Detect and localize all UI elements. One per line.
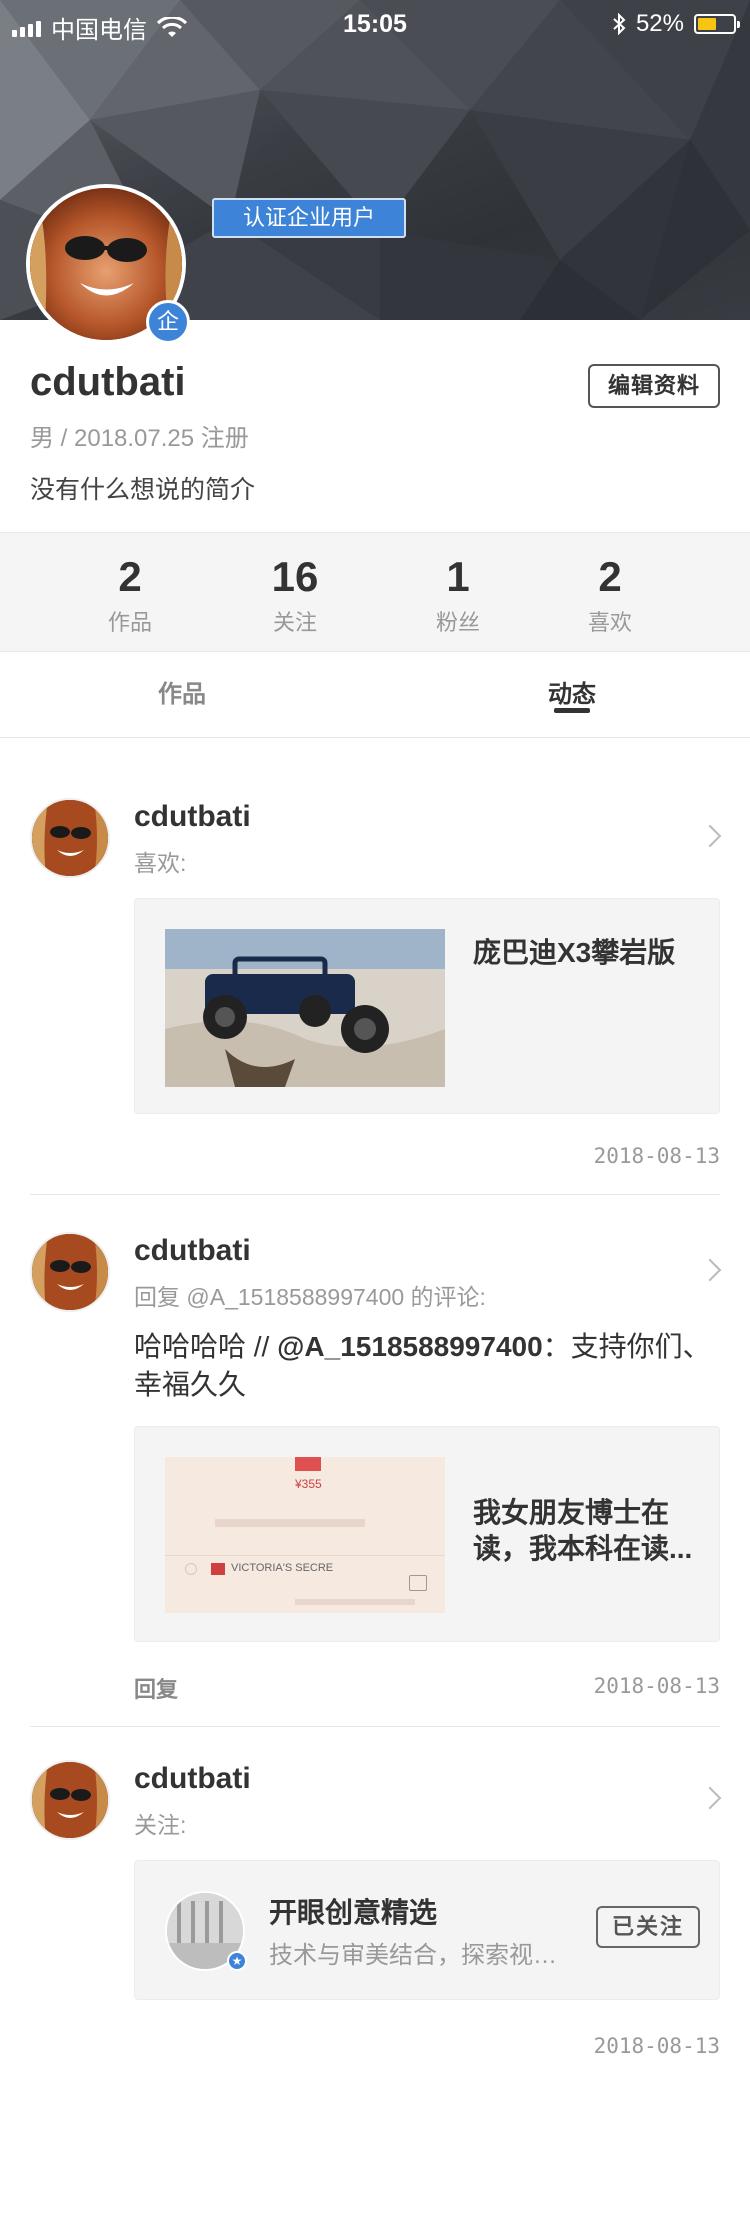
stat-label: 喜欢 — [587, 610, 632, 635]
reply-link[interactable]: 回复 — [134, 1672, 178, 1704]
stat-likes[interactable]: 2 喜欢 — [550, 555, 670, 637]
feed-divider — [30, 1726, 720, 1727]
feed-avatar[interactable] — [30, 1232, 110, 1312]
active-tab-indicator — [554, 708, 590, 713]
comment-text: 哈哈哈哈 // @A_1518588997400：支持你们、幸福久久 — [134, 1328, 724, 1404]
chevron-right-icon[interactable] — [698, 1786, 722, 1810]
stats-bar: 2 作品 16 关注 1 粉丝 2 喜欢 — [0, 532, 750, 652]
stat-value: 16 — [271, 553, 319, 600]
feed-date: 2018-08-13 — [593, 2034, 720, 2058]
battery-percent: 52% — [635, 10, 684, 37]
comment-mention[interactable]: @A_1518588997400 — [277, 1331, 543, 1362]
chevron-right-icon[interactable] — [698, 1258, 722, 1282]
certified-enterprise-badge: 认证企业用户 — [212, 198, 406, 238]
stat-value: 2 — [118, 553, 142, 600]
feed-username[interactable]: cdutbati — [134, 1762, 251, 1796]
profile-meta: 男 / 2018.07.25 注册 — [30, 425, 249, 452]
comment-prefix: 哈哈哈哈 // — [134, 1331, 278, 1362]
tab-works[interactable]: 作品 — [122, 674, 242, 709]
feed-avatar[interactable] — [30, 1760, 110, 1840]
feed-username[interactable]: cdutbati — [134, 1234, 251, 1268]
stat-works[interactable]: 2 作品 — [70, 555, 190, 637]
feed-username[interactable]: cdutbati — [134, 800, 251, 834]
feed-action-text: 关注: — [134, 1812, 187, 1838]
profile-tabs: 作品 动态 — [0, 652, 750, 738]
thumb-brand: VICTORIA'S SECRE — [231, 1562, 334, 1574]
feed-date: 2018-08-13 — [593, 1144, 720, 1168]
stat-value: 1 — [446, 553, 470, 600]
stat-followers[interactable]: 1 粉丝 — [398, 555, 518, 637]
liked-work-card[interactable]: 庞巴迪X3攀岩版 — [134, 898, 720, 1114]
tab-activity[interactable]: 动态 — [512, 674, 632, 709]
feed-avatar[interactable] — [30, 798, 110, 878]
work-thumbnail — [165, 929, 445, 1087]
feed-divider — [30, 1194, 720, 1195]
stat-label: 粉丝 — [435, 610, 480, 635]
stat-label: 作品 — [107, 610, 152, 635]
card-title: 我女朋友博士在读，我本科在读... — [473, 1497, 693, 1564]
enterprise-badge-icon: 企 — [146, 300, 190, 344]
chevron-right-icon[interactable] — [698, 824, 722, 848]
followed-button[interactable]: 已关注 — [596, 1906, 700, 1948]
replied-work-card[interactable]: ¥355 VICTORIA'S SECRE 我女朋友博士在读，我本科在读... — [134, 1426, 720, 1642]
battery-icon — [694, 14, 740, 34]
battery-fill — [698, 18, 716, 30]
feed-action-text: 喜欢: — [134, 850, 187, 876]
edit-profile-button[interactable]: 编辑资料 — [588, 364, 720, 408]
stat-label: 关注 — [272, 610, 317, 635]
stat-value: 2 — [598, 553, 622, 600]
work-thumbnail: ¥355 VICTORIA'S SECRE — [165, 1457, 445, 1613]
profile-bio: 没有什么想说的简介 — [30, 476, 256, 504]
followed-user-name: 开眼创意精选 — [269, 1897, 438, 1928]
card-title: 庞巴迪X3攀岩版 — [473, 937, 676, 968]
verified-star-icon: ★ — [227, 1951, 247, 1971]
thumb-price: ¥355 — [295, 1477, 322, 1491]
followed-user-desc: 技术与审美结合，探索视… — [269, 1942, 557, 1969]
profile-username: cdutbati — [30, 360, 186, 404]
bluetooth-icon — [613, 13, 626, 35]
feed-action-text: 回复 @A_1518588997400 的评论: — [134, 1284, 486, 1310]
feed-date: 2018-08-13 — [593, 1674, 720, 1698]
status-bar: 中国电信 15:05 52% — [0, 0, 750, 48]
stat-following[interactable]: 16 关注 — [235, 555, 355, 637]
